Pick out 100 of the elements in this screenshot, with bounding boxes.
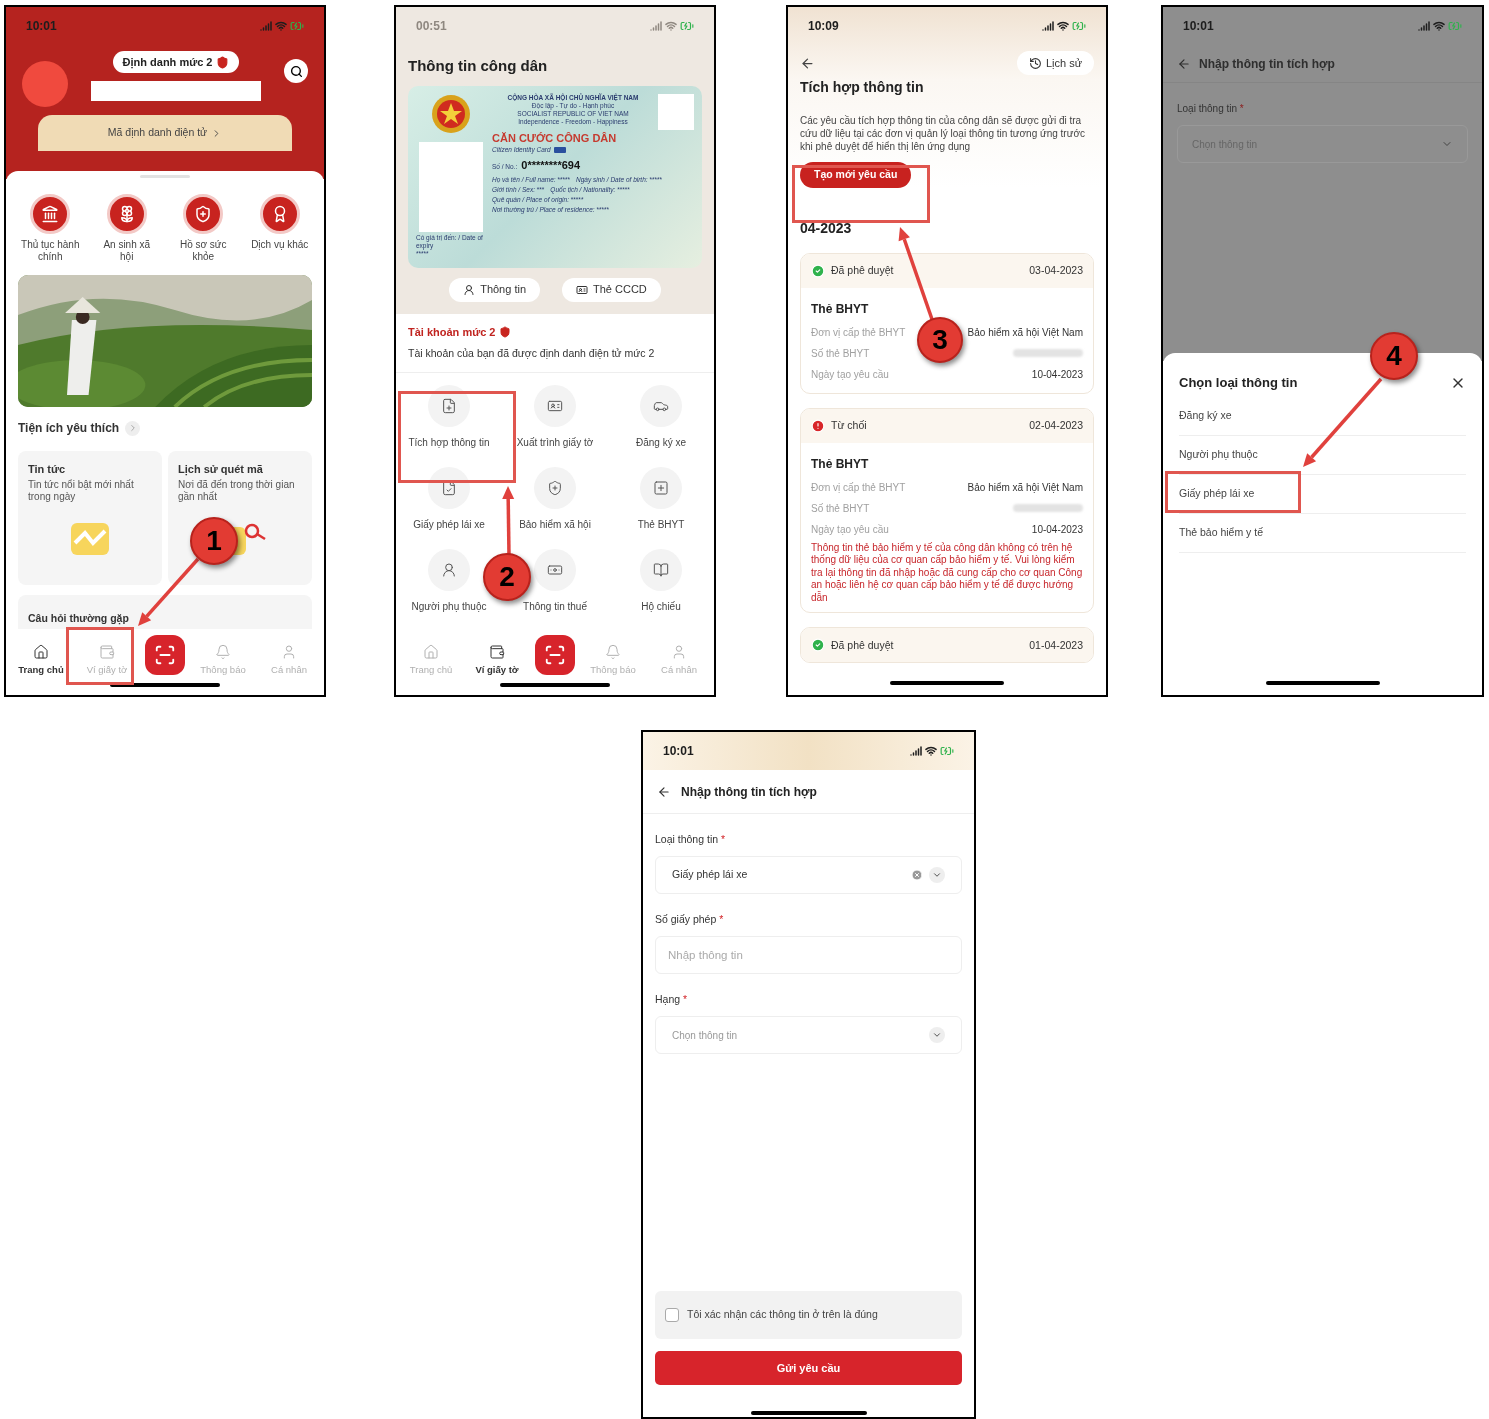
history-button[interactable]: Lịch sử [1016,51,1094,75]
shield-icon [216,55,230,69]
feature-button[interactable] [640,384,682,427]
request-card[interactable]: Đã phê duyệt 01-04-2023 [800,627,1094,664]
back-icon [800,55,815,71]
status-time: 00:51 [416,18,447,35]
card-title: CĂN CƯỚC CÔNG DÂN [492,130,618,146]
id-link[interactable]: Mã định danh điện tử [38,115,292,151]
shield-icon [194,205,213,223]
search-button[interactable] [284,59,308,83]
status-label: Đã phê duyệt [831,637,894,653]
status-time: 10:01 [26,18,57,35]
qr-redaction [658,93,694,130]
month-heading: 04-2023 [799,218,853,238]
page-title: Nhập thông tin tích hợp [681,783,817,801]
card-description: Nơi đã đến trong thời gian gần nhất [178,478,296,503]
wifi-icon [1433,20,1445,32]
error-message: Thông tin thẻ bảo hiểm y tế của công dân không có trên hệ thống dữ liệu của cơ quan cấp bảo hiểm y tế. Vui lòng kiểm tra lại thông tin đã nhập hoặc đã cung cấp cho cơ quan Công an hoặc liên hệ cơ quan cấp bảo hiểm y tế để được hướng dẫn [811,541,1083,605]
page-title: Nhập thông tin tích hợp [1199,55,1335,73]
back-button[interactable] [800,55,815,71]
scan-button[interactable] [145,635,185,675]
status-time: 10:09 [808,18,839,35]
plus-card-icon [653,479,669,496]
service-button[interactable] [183,194,224,234]
page-title: Tích hợp thông tin [799,78,925,97]
text-field[interactable]: Nhập thông tin [655,936,962,974]
chip-icon [553,147,566,153]
service-button[interactable] [106,194,147,234]
feature-label: Xuất trình giấy tờ [516,435,594,450]
history-icon [1028,56,1042,70]
card-number: 0********694 [521,158,580,173]
clear-icon [911,869,923,881]
section-title: Tiện ích yêu thích [18,420,120,437]
request-date: 03-04-2023 [1029,263,1083,278]
service-button[interactable] [259,194,300,234]
scan-button[interactable] [535,635,575,675]
service-label: Hồ sơ sức khỏe [178,239,228,263]
scan-icon [544,644,566,666]
home-icon [423,643,439,660]
feature-label: Thẻ BHYT [637,517,685,532]
field-label: Loại thông tin * [1177,103,1244,114]
search-icon [289,64,303,78]
row-label: Ngày tạo yêu cầu [811,522,889,537]
battery-icon [680,19,694,33]
feature-label: Bảo hiểm xã hội [519,517,591,532]
battery-icon [940,744,954,758]
nav-tab[interactable]: Trang chủ [13,643,69,677]
sheet-option[interactable]: Thẻ bảo hiểm y tế [1179,513,1466,553]
level-text: Định danh mức 2 [122,54,213,71]
back-icon [657,784,671,799]
row-value: Bảo hiểm xã hội Việt Nam [967,325,1083,340]
card-tab-button[interactable]: Thông tin [449,277,541,302]
signal-icon [1418,20,1430,32]
back-button[interactable] [657,784,671,799]
checkbox[interactable] [665,1308,679,1322]
sheet-option[interactable]: Đăng ký xe [1179,396,1466,436]
account-level: Tài khoản mức 2 [408,324,496,340]
field-label: Loại thông tin * [655,833,726,845]
pointer-arrow [502,486,515,556]
card-tab-button[interactable]: Thẻ CCCD [562,277,661,302]
sheet-option[interactable]: Giấy phép lái xe [1179,474,1466,514]
user-icon [281,643,297,660]
highlight-frame [66,627,134,685]
request-card[interactable] [800,407,1094,614]
wifi-icon [1057,20,1069,32]
service-label: An sinh xã hội [102,239,152,263]
row-label: Đơn vị cấp thẻ BHYT [811,325,906,340]
bell-icon [605,643,621,660]
service-button[interactable] [30,194,71,234]
feature-label: Giấy phép lái xe [413,517,485,532]
wifi-icon [275,20,287,32]
signal-icon [650,20,662,32]
status-time: 10:01 [663,743,694,760]
faq-card[interactable]: Câu hỏi thường gặp [18,595,312,629]
status-label: Đã phê duyệt [831,263,894,278]
wifi-icon [665,20,677,32]
check-icon [811,638,825,653]
favorite-card[interactable]: Tin tức Tin tức nổi bật mới nhất trong ngày [18,451,162,585]
page-title: Thông tin công dân [407,56,549,76]
emblem-icon [431,93,471,134]
feature-button[interactable] [534,384,576,427]
scan-icon [154,644,176,666]
row-label: Số thẻ BHYT [811,501,870,516]
bell-icon [215,643,231,660]
submit-button[interactable]: Gửi yêu cầu [655,1351,962,1385]
id-card-icon [576,283,589,296]
pointer-arrow [138,557,200,626]
shield-plus-icon [547,479,563,496]
card-title: Tin tức [28,462,67,477]
select-field[interactable]: Giấy phép lái xe [655,856,962,894]
file-plus-icon [441,397,457,414]
avatar [22,61,68,107]
row-value: 10-04-2023 [1031,522,1083,537]
service-label: Thủ tục hành chính [20,239,81,263]
row-label: Số thẻ BHYT [811,346,870,361]
feature-button[interactable] [428,384,470,427]
nav-tab[interactable]: Ví giấy tờ [469,643,525,677]
battery-icon [1072,19,1086,33]
chevron-icon [929,867,945,883]
signal-icon [910,745,922,757]
